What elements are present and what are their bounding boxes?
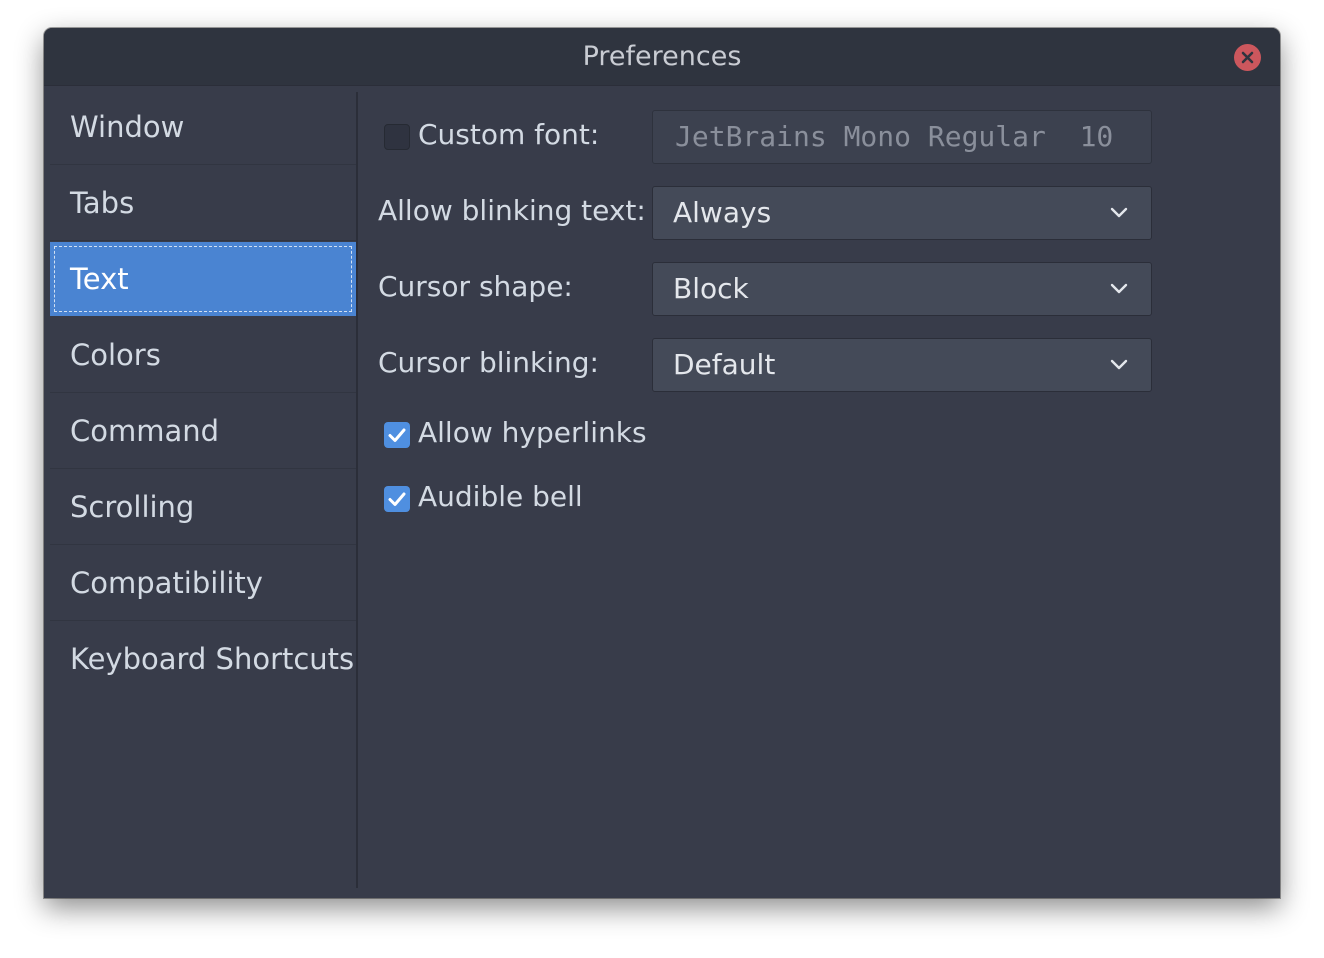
close-icon — [1241, 51, 1254, 64]
cursor-shape-value: Block — [673, 272, 749, 305]
title-bar: Preferences — [44, 28, 1280, 86]
sidebar-item-label: Colors — [70, 338, 161, 372]
sidebar-item-label: Compatibility — [70, 566, 263, 600]
sidebar-item-label: Command — [70, 414, 220, 448]
chevron-down-icon — [1110, 207, 1128, 218]
checkmark-icon — [388, 492, 406, 506]
cursor-shape-dropdown[interactable]: Block — [652, 262, 1152, 316]
cursor-blinking-dropdown[interactable]: Default — [652, 338, 1152, 392]
audible-bell-checkbox[interactable] — [384, 486, 410, 512]
sidebar-item-tabs[interactable]: Tabs — [50, 166, 356, 241]
custom-font-label[interactable]: Custom font: — [418, 118, 599, 151]
preferences-window: Preferences Window Tabs Text Colors Comm… — [44, 28, 1280, 898]
allow-hyperlinks-checkbox[interactable] — [384, 422, 410, 448]
audible-bell-label[interactable]: Audible bell — [418, 480, 583, 513]
sidebar-item-label: Keyboard Shortcuts — [70, 642, 355, 676]
allow-hyperlinks-label[interactable]: Allow hyperlinks — [418, 416, 647, 449]
window-title: Preferences — [582, 41, 742, 72]
checkmark-icon — [388, 428, 406, 442]
sidebar: Window Tabs Text Colors Command Scrollin… — [44, 86, 356, 898]
text-settings-panel: Custom font: JetBrains Mono Regular 10 A… — [358, 86, 1280, 898]
sidebar-item-window[interactable]: Window — [50, 90, 356, 165]
sidebar-item-label: Window — [70, 110, 185, 144]
chevron-down-icon — [1110, 283, 1128, 294]
font-chooser-button[interactable]: JetBrains Mono Regular 10 — [652, 110, 1152, 164]
close-button[interactable] — [1234, 44, 1261, 71]
blinking-text-label: Allow blinking text: — [378, 194, 646, 227]
sidebar-item-label: Text — [70, 262, 129, 296]
sidebar-item-keyboard-shortcuts[interactable]: Keyboard Shortcuts — [50, 622, 356, 697]
cursor-blinking-value: Default — [673, 348, 776, 381]
sidebar-item-scrolling[interactable]: Scrolling — [50, 470, 356, 545]
sidebar-item-label: Scrolling — [70, 490, 195, 524]
cursor-blinking-label: Cursor blinking: — [378, 346, 599, 379]
sidebar-item-colors[interactable]: Colors — [50, 318, 356, 393]
blinking-text-dropdown[interactable]: Always — [652, 186, 1152, 240]
sidebar-item-command[interactable]: Command — [50, 394, 356, 469]
sidebar-item-label: Tabs — [70, 186, 135, 220]
sidebar-item-text[interactable]: Text — [50, 242, 356, 316]
custom-font-checkbox[interactable] — [384, 124, 410, 150]
chevron-down-icon — [1110, 359, 1128, 370]
sidebar-item-compatibility[interactable]: Compatibility — [50, 546, 356, 621]
cursor-shape-label: Cursor shape: — [378, 270, 573, 303]
blinking-text-value: Always — [673, 196, 772, 229]
